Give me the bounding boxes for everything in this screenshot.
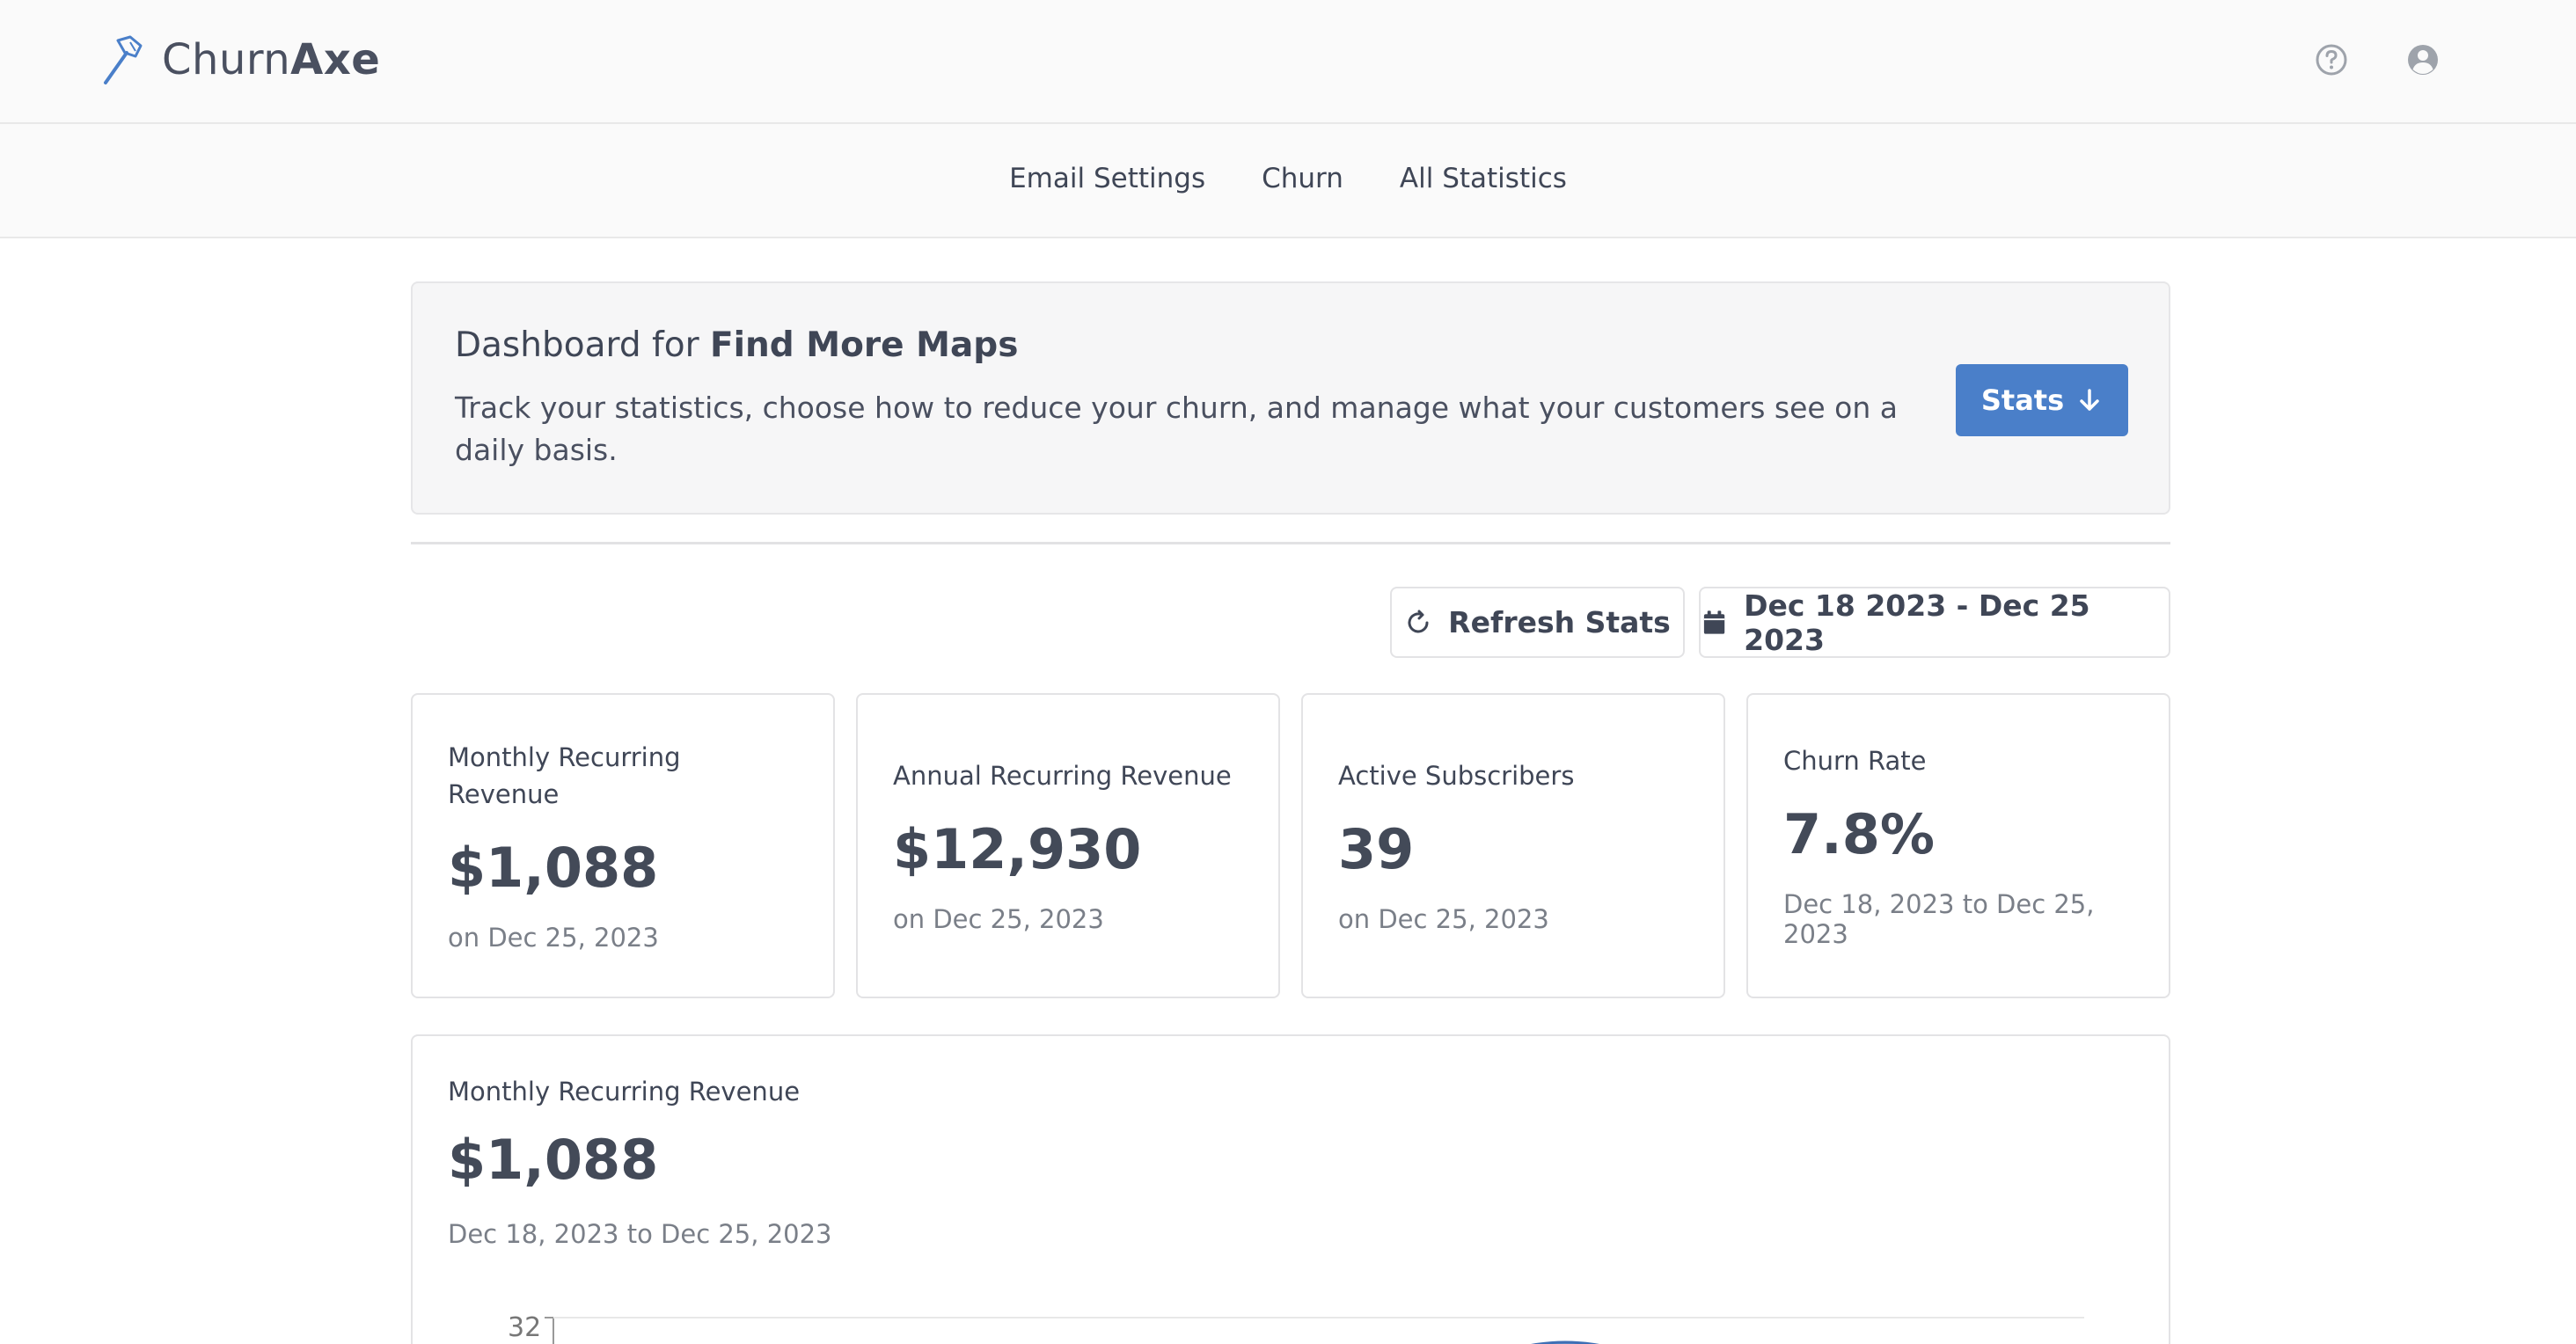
nav-item-email-settings[interactable]: Email Settings [1009,163,1205,194]
stat-card-sub: Dec 18, 2023 to Dec 25, 2023 [1783,889,2095,949]
nav-items: Email Settings Churn All Statistics [0,163,2576,194]
mrr-chart-label: Monthly Recurring Revenue [448,1077,801,1107]
arrow-down-icon [2080,389,2099,411]
nav-item-all-statistics[interactable]: All Statistics [1400,163,1567,194]
stat-card-value: $1,088 [448,836,659,900]
brand-bold: Axe [290,35,381,84]
mrr-chart-date-range: Dec 18, 2023 to Dec 25, 2023 [448,1219,832,1249]
brand-regular: Churn [162,35,291,84]
refresh-icon [1408,610,1429,632]
mrr-chart-panel: Monthly Recurring Revenue $1,088 Dec 18,… [411,1034,2170,1344]
stat-card-sub: on Dec 25, 2023 [448,923,659,953]
hero-title: Dashboard for Find More Maps [455,325,1018,365]
stat-card-sub: on Dec 25, 2023 [893,904,1104,934]
stat-card-active-subscribers: Active Subscribers 39 on Dec 25, 2023 [1301,693,1725,998]
help-icon[interactable] [2314,42,2349,77]
hero-title-bold: Find More Maps [710,325,1019,365]
stat-card-label: Annual Recurring Revenue [893,761,1232,791]
brand-name: ChurnAxe [162,35,380,84]
dashboard-hero: Dashboard for Find More Maps Track your … [411,281,2170,515]
stat-card-label: Churn Rate [1783,746,1927,776]
brand-logo[interactable]: ChurnAxe [100,33,380,86]
stat-card-label: Active Subscribers [1338,761,1575,791]
user-icon[interactable] [2405,42,2441,77]
date-range-picker[interactable]: Dec 18 2023 - Dec 25 2023 [1699,587,2170,658]
section-divider [411,542,2170,544]
stats-button-label: Stats [1980,383,2065,417]
stat-card-value: $12,930 [893,817,1142,881]
stat-card-label: Monthly Recurring Revenue [448,742,681,809]
top-header: ChurnAxe [0,0,2576,124]
nav-item-churn[interactable]: Churn [1262,163,1343,194]
stat-card-sub: on Dec 25, 2023 [1338,904,1549,934]
mrr-chart [545,1317,2084,1344]
stat-card-value: 39 [1338,817,1415,881]
stat-card-mrr: Monthly Recurring Revenue $1,088 on Dec … [411,693,835,998]
refresh-stats-button[interactable]: Refresh Stats [1390,587,1685,658]
main-nav: Email Settings Churn All Statistics [0,124,2576,238]
refresh-stats-label: Refresh Stats [1448,605,1671,639]
stat-card-value: 7.8% [1783,802,1935,866]
hero-title-prefix: Dashboard for [455,325,711,365]
hero-description: Track your statistics, choose how to red… [455,391,1898,467]
stat-card-arr: Annual Recurring Revenue $12,930 on Dec … [856,693,1280,998]
calendar-icon [1703,610,1725,634]
date-range-label: Dec 18 2023 - Dec 25 2023 [1744,588,2090,657]
axe-icon [104,35,143,84]
stat-card-churn-rate: Churn Rate 7.8% Dec 18, 2023 to Dec 25, … [1746,693,2170,998]
stats-button[interactable]: Stats [1956,364,2128,436]
mrr-chart-value: $1,088 [448,1128,659,1192]
